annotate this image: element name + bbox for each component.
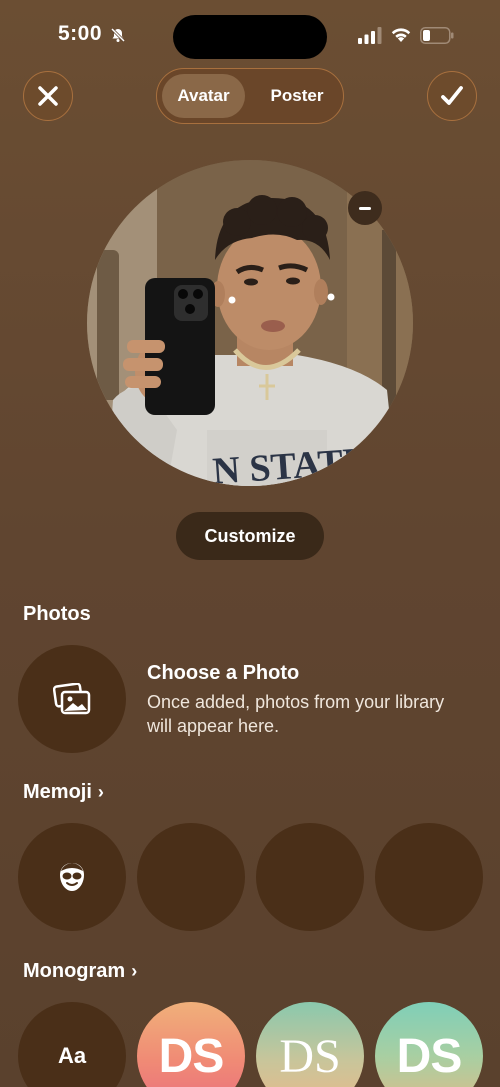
- memoji-section-title[interactable]: Memoji ›: [23, 781, 104, 804]
- memoji-title-label: Memoji: [23, 781, 92, 803]
- memoji-face-icon: [60, 863, 84, 891]
- minus-icon: [359, 206, 371, 210]
- monogram-custom-button[interactable]: Aa: [18, 1002, 126, 1087]
- memoji-slot[interactable]: [375, 823, 483, 931]
- monogram-initials: DS: [158, 1029, 225, 1083]
- choose-photo-button[interactable]: [18, 645, 126, 753]
- close-icon: [38, 86, 58, 106]
- monogram-initials: DS: [396, 1029, 463, 1083]
- tab-poster[interactable]: Poster: [253, 74, 341, 118]
- memoji-slot[interactable]: [256, 823, 364, 931]
- monogram-initials: DS: [279, 1029, 341, 1083]
- monogram-title-label: Monogram: [23, 960, 126, 982]
- customize-button[interactable]: Customize: [176, 512, 324, 560]
- memoji-slot[interactable]: [137, 823, 245, 931]
- choose-photo-description: Once added, photos from your library wil…: [147, 692, 445, 736]
- remove-photo-button[interactable]: [348, 191, 382, 225]
- chevron-right-icon: ›: [131, 961, 138, 981]
- close-button[interactable]: [23, 71, 73, 121]
- battery-icon: [420, 27, 454, 44]
- memoji-create-button[interactable]: [18, 823, 126, 931]
- monogram-option[interactable]: DS: [256, 1002, 364, 1087]
- bell-off-icon: [110, 27, 126, 43]
- choose-photo-title[interactable]: Choose a Photo: [147, 662, 299, 685]
- done-button[interactable]: [427, 71, 477, 121]
- chevron-right-icon: ›: [97, 782, 104, 802]
- status-bar: 5:00: [0, 0, 500, 70]
- status-time: 5:00: [58, 22, 103, 45]
- dynamic-island: [173, 15, 327, 59]
- photos-icon: [53, 683, 91, 715]
- wifi-icon: [391, 28, 411, 42]
- photos-section-title: Photos: [23, 603, 91, 626]
- monogram-aa-label: Aa: [57, 1043, 87, 1068]
- cellular-signal-icon: [358, 27, 382, 44]
- monogram-option[interactable]: DS: [137, 1002, 245, 1087]
- checkmark-icon: [441, 86, 463, 105]
- monogram-option[interactable]: DS: [375, 1002, 483, 1087]
- photos-title-label: Photos: [23, 603, 91, 625]
- avatar-poster-segmented-control: Avatar Poster: [156, 68, 344, 124]
- tab-avatar[interactable]: Avatar: [162, 74, 245, 118]
- monogram-section-title[interactable]: Monogram ›: [23, 960, 137, 983]
